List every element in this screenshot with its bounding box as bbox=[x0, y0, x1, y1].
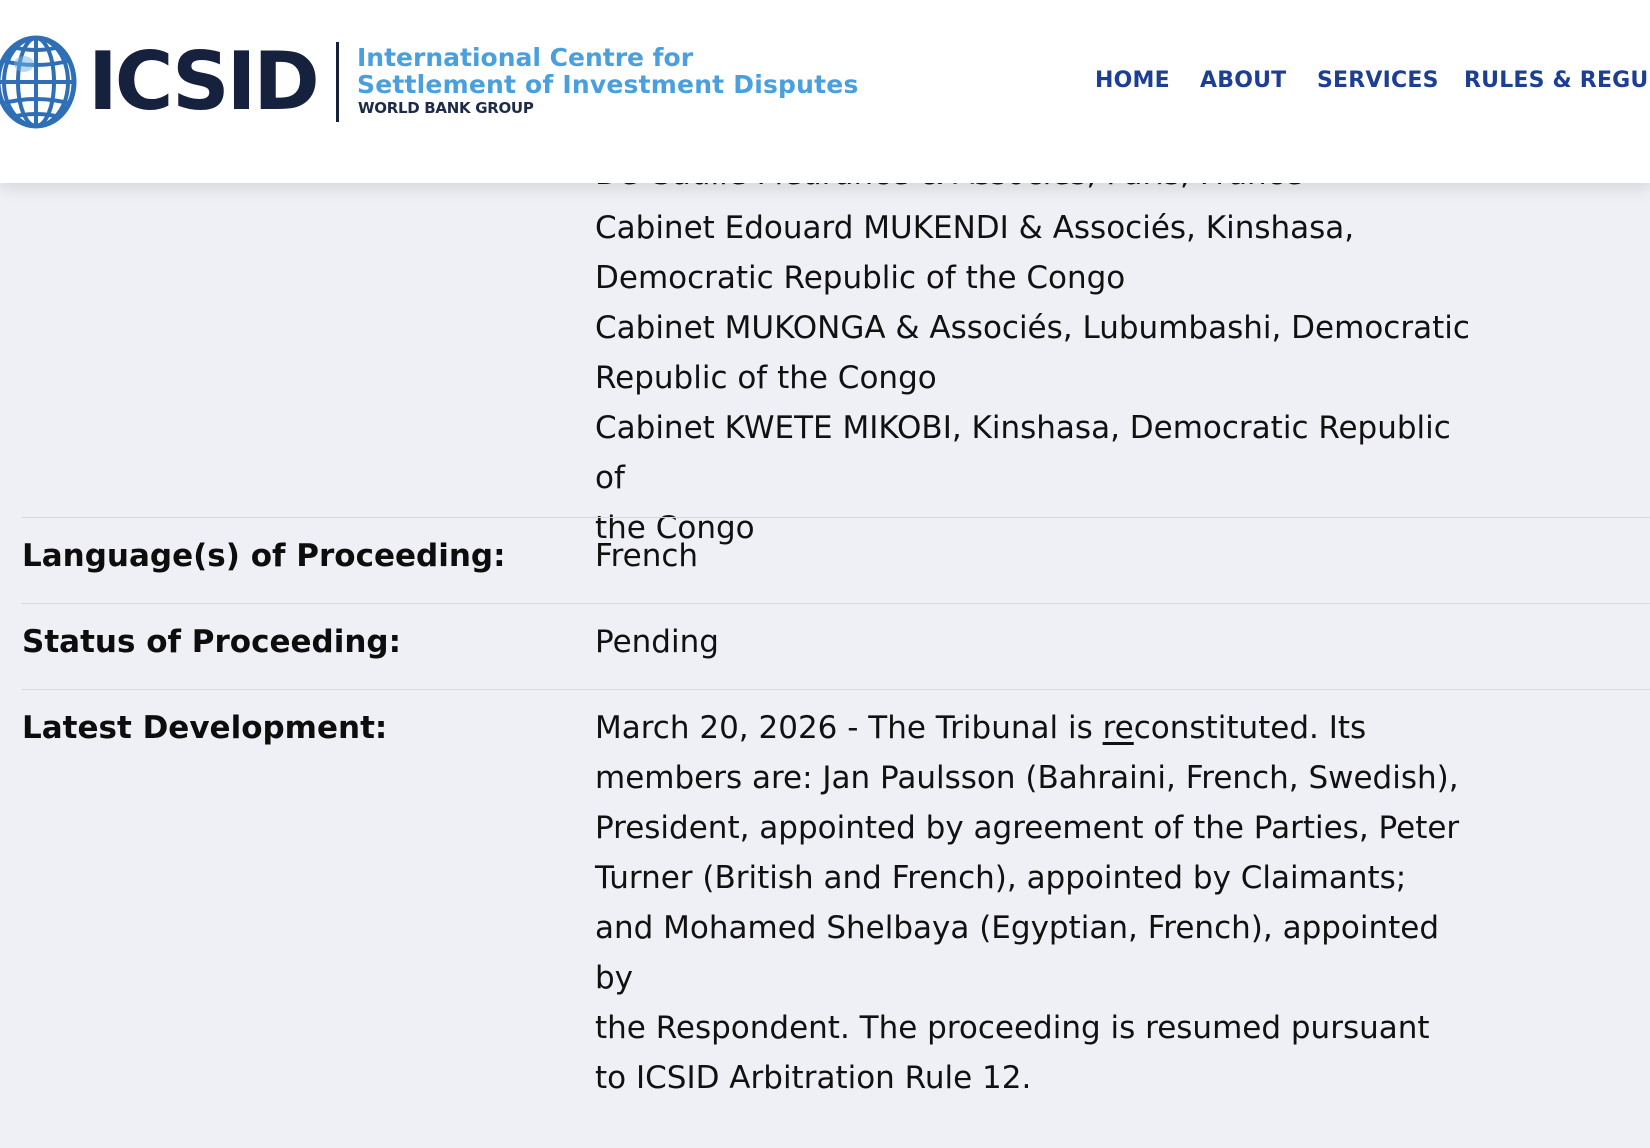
latest-line-end: constituted. Its bbox=[1133, 710, 1367, 746]
nav-services[interactable]: SERVICES bbox=[1317, 66, 1439, 96]
counsel-line: Democratic Republic of the Congo bbox=[595, 260, 1126, 296]
logo-wordmark: ICSID bbox=[88, 35, 320, 128]
org-name-line1: International Centre for bbox=[357, 43, 694, 72]
latest-line-start: March 20, 2026 - The Tribunal is bbox=[595, 710, 1103, 746]
latest-line: to ICSID Arbitration Rule 12. bbox=[595, 1060, 1032, 1096]
logo-group-name: WORLD BANK GROUP bbox=[358, 99, 534, 117]
underlined-text: re bbox=[1102, 710, 1134, 746]
nav-home[interactable]: HOME bbox=[1095, 66, 1170, 96]
page: De Gaulle Fleurance & Associés, Paris, F… bbox=[0, 0, 1650, 1148]
globe-icon bbox=[0, 35, 77, 129]
language-value: French bbox=[595, 538, 699, 574]
counsel-list: Cabinet Edouard MUKENDI & Associés, Kins… bbox=[595, 203, 1475, 553]
latest-line: members are: Jan Paulsson (Bahraini, Fre… bbox=[595, 760, 1459, 796]
latest-line: President, appointed by agreement of the… bbox=[595, 810, 1460, 846]
status-label: Status of Proceeding: bbox=[22, 624, 401, 660]
counsel-line: Cabinet KWETE MIKOBI, Kinshasa, Democrat… bbox=[595, 410, 1451, 496]
org-name-line2: Settlement of Investment Disputes bbox=[357, 70, 859, 99]
counsel-line: Republic of the Congo bbox=[595, 360, 937, 396]
status-value: Pending bbox=[595, 624, 719, 660]
latest-line: March 20, 2026 - The Tribunal is reconst… bbox=[595, 703, 1465, 753]
latest-line: and Mohamed Shelbaya (Egyptian, French),… bbox=[595, 910, 1440, 996]
nav-about[interactable]: ABOUT bbox=[1200, 66, 1286, 96]
counsel-line: the Congo bbox=[595, 510, 755, 546]
latest-development-text: March 20, 2026 - The Tribunal is reconst… bbox=[595, 703, 1465, 1103]
latest-line: the Respondent. The proceeding is resume… bbox=[595, 1010, 1430, 1046]
counsel-line: Cabinet Edouard MUKENDI & Associés, Kins… bbox=[595, 210, 1355, 246]
logo-divider bbox=[336, 42, 339, 122]
logo-org-name: International Centre for Settlement of I… bbox=[357, 44, 859, 98]
site-header: ICSID International Centre for Settlemen… bbox=[0, 0, 1650, 183]
row-divider bbox=[22, 689, 1650, 690]
latest-development-label: Latest Development: bbox=[22, 710, 388, 746]
nav-rules-regulations[interactable]: RULES & REGUL bbox=[1464, 66, 1650, 96]
row-divider bbox=[22, 517, 1650, 518]
row-divider bbox=[22, 603, 1650, 604]
language-label: Language(s) of Proceeding: bbox=[22, 538, 506, 574]
counsel-line: Cabinet MUKONGA & Associés, Lubumbashi, … bbox=[595, 310, 1470, 346]
latest-line: Turner (British and French), appointed b… bbox=[595, 860, 1407, 896]
